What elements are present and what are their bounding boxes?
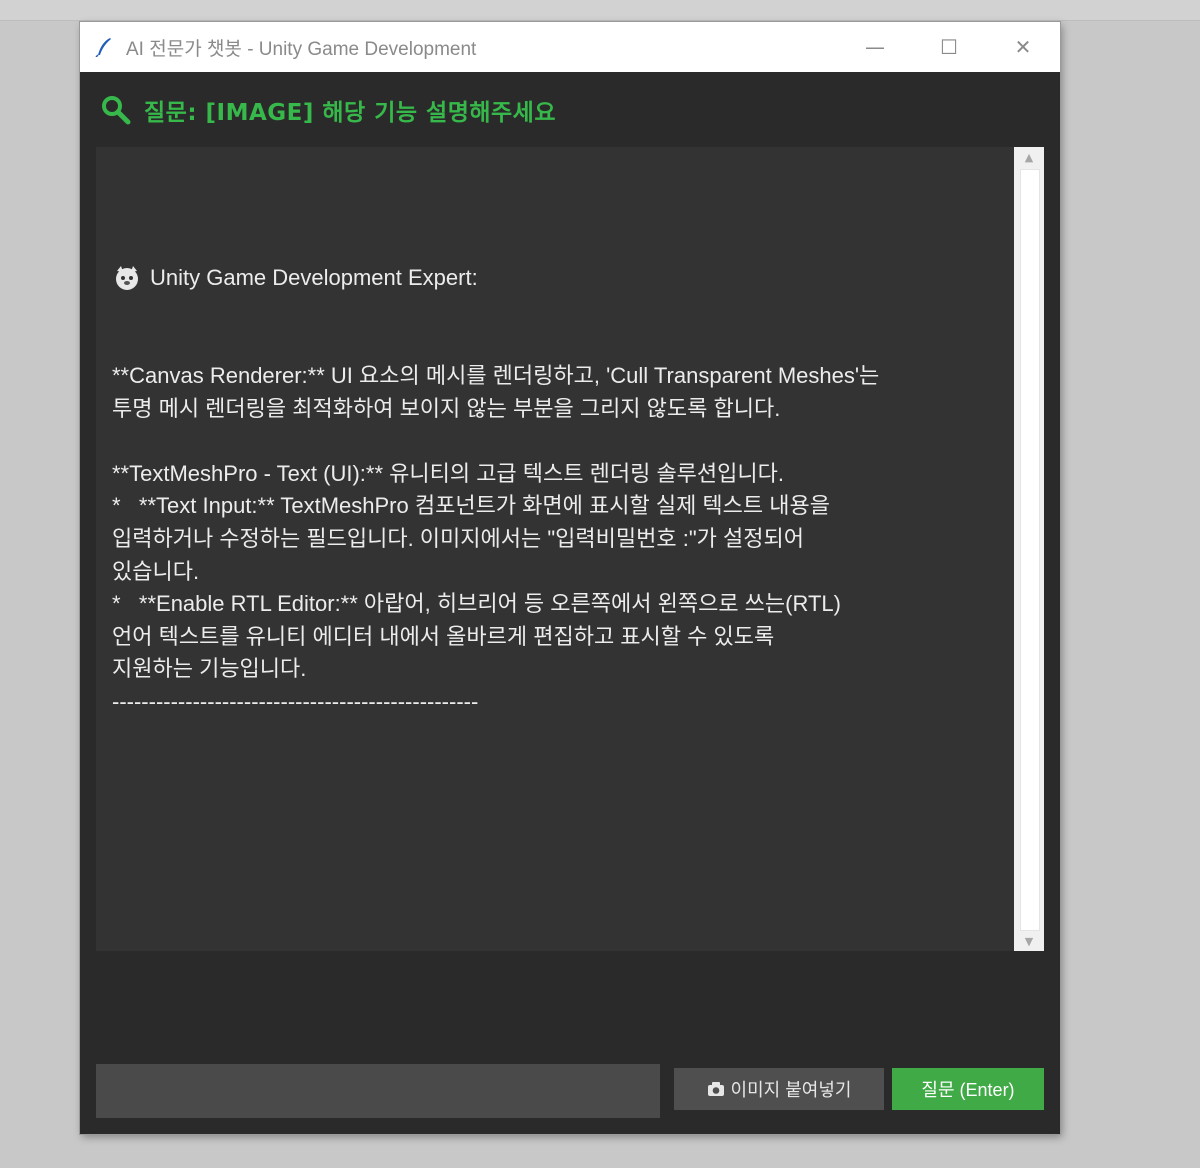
ask-button-label: 질문 (Enter) [921, 1080, 1015, 1100]
maximize-icon: ☐ [940, 35, 958, 59]
scroll-down-arrow[interactable]: ▼ [1014, 931, 1044, 951]
bot-icon [116, 266, 138, 291]
question-input[interactable] [96, 1064, 660, 1118]
ask-button[interactable]: 질문 (Enter) [892, 1068, 1044, 1110]
paste-image-button[interactable]: 이미지 붙여넣기 [674, 1068, 884, 1110]
scroll-thumb[interactable] [1020, 169, 1040, 931]
answer-header: Unity Game Development Expert: [112, 262, 992, 295]
feather-pen-icon [94, 37, 114, 57]
minimize-button[interactable]: — [838, 22, 912, 72]
answer-body: **Canvas Renderer:** UI 요소의 메시를 렌더링하고, '… [112, 362, 880, 714]
answer-title: Unity Game Development Expert: [150, 265, 478, 291]
close-icon: ✕ [1014, 35, 1032, 59]
question-text: 질문: [IMAGE] 해당 기능 설명해주세요 [144, 100, 557, 126]
window-title: AI 전문가 챗봇 - Unity Game Development [126, 38, 477, 60]
question-header: 질문: [IMAGE] 해당 기능 설명해주세요 [100, 92, 556, 128]
minimize-icon: — [865, 35, 885, 59]
close-button[interactable]: ✕ [986, 22, 1060, 72]
answer-content: Unity Game Development Expert: **Canvas … [112, 197, 992, 784]
answer-panel[interactable]: Unity Game Development Expert: **Canvas … [96, 147, 1014, 951]
desktop-top-strip [0, 0, 1200, 21]
magnifier-icon [102, 96, 131, 125]
camera-icon [707, 1082, 724, 1096]
vertical-scrollbar[interactable]: ▲ ▼ [1014, 147, 1044, 951]
chat-window: AI 전문가 챗봇 - Unity Game Development — ☐ ✕… [80, 22, 1060, 1134]
scroll-up-arrow[interactable]: ▲ [1014, 147, 1044, 167]
window-controls: — ☐ ✕ [838, 22, 1060, 72]
title-bar[interactable]: AI 전문가 챗봇 - Unity Game Development — ☐ ✕ [80, 22, 1060, 72]
maximize-button[interactable]: ☐ [912, 22, 986, 72]
paste-image-label: 이미지 붙여넣기 [730, 1080, 852, 1100]
